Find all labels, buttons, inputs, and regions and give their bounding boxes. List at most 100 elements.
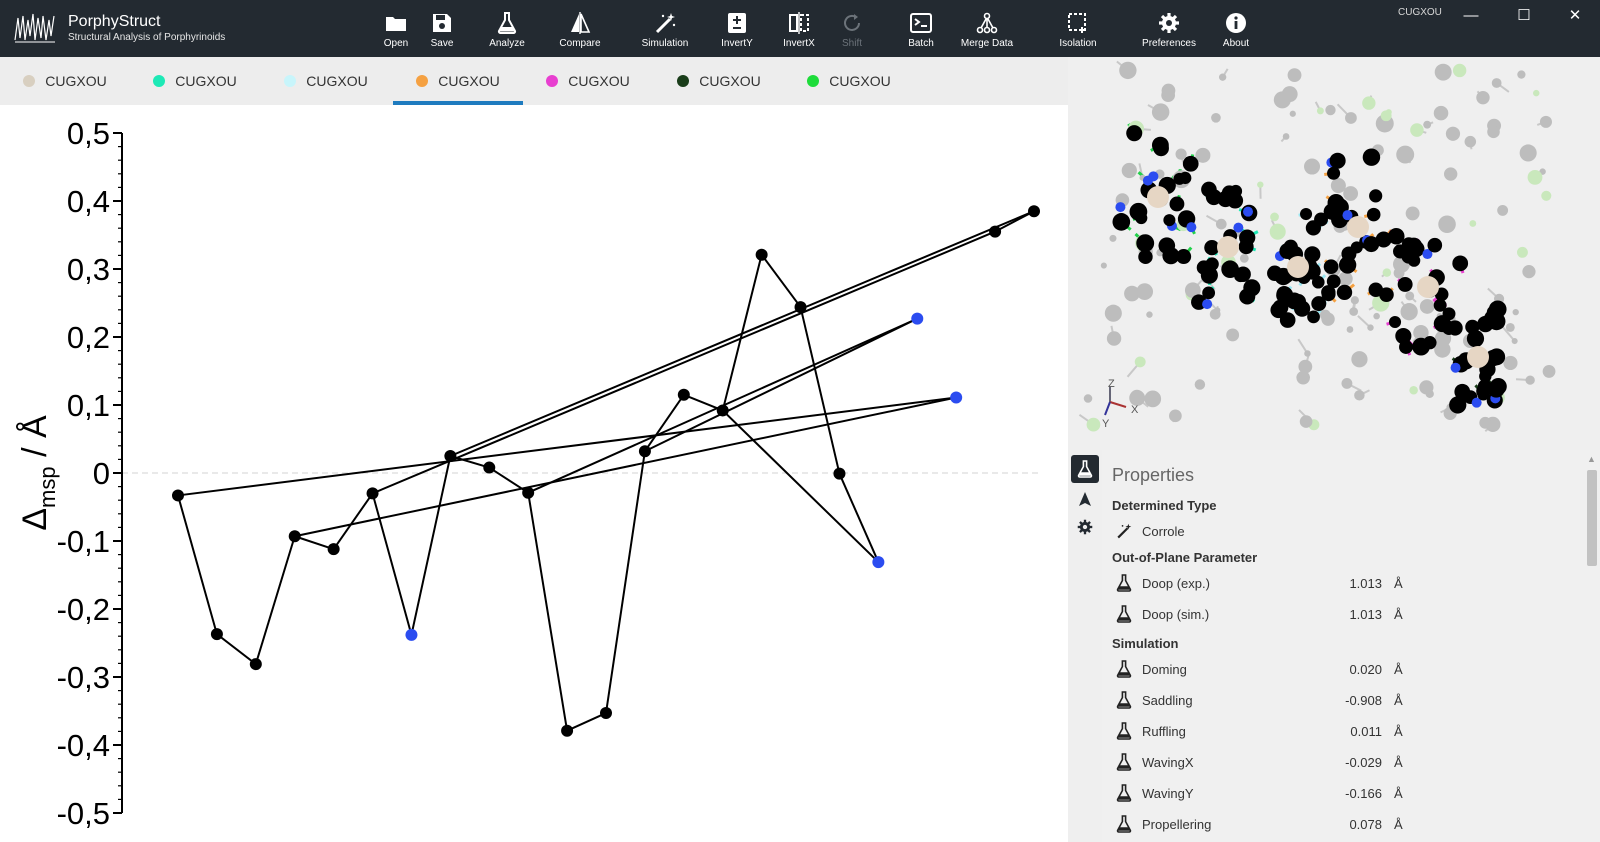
data-point[interactable] <box>833 467 846 480</box>
properties-scrollbar[interactable]: ▲ <box>1582 450 1600 842</box>
scroll-thumb[interactable] <box>1587 470 1597 566</box>
atom <box>1304 158 1321 175</box>
inverty-button[interactable]: InvertY <box>712 0 762 57</box>
settings-tab-button[interactable] <box>1071 513 1099 541</box>
atom <box>1330 178 1346 194</box>
tab-dataset-2[interactable]: CUGXOU <box>130 57 260 105</box>
metal-atom <box>1417 276 1439 298</box>
minimize-button[interactable]: — <box>1456 4 1486 26</box>
y-tick-label: -0,3 <box>57 660 110 695</box>
property-unit: Å <box>1394 576 1403 591</box>
scroll-up-arrow-icon[interactable]: ▲ <box>1587 454 1596 464</box>
data-point[interactable] <box>677 388 690 401</box>
data-point[interactable] <box>561 724 574 737</box>
axis-x-label: X <box>1131 404 1139 416</box>
analyze-button[interactable]: Analyze <box>482 0 532 57</box>
displacement-chart[interactable]: 0,5 0,4 0,3 0,2 0,1 0 -0,1 -0,2 -0,3 -0,4 -0,5 Δmsp… <box>0 105 1068 842</box>
data-point[interactable] <box>249 658 262 671</box>
atom <box>1298 359 1313 374</box>
metal-atom <box>1467 346 1489 368</box>
y-tick-label: -0,1 <box>57 524 110 559</box>
maximize-button[interactable]: ☐ <box>1509 4 1539 26</box>
compare-button[interactable]: Compare <box>552 0 608 57</box>
invertx-button[interactable]: InvertX <box>774 0 824 57</box>
properties-tab-button[interactable] <box>1071 455 1099 483</box>
data-point[interactable] <box>522 486 535 499</box>
property-value: -0.029 <box>1345 755 1382 770</box>
atom <box>1144 390 1162 408</box>
determined-type-value: Corrole <box>1142 524 1185 539</box>
property-row-doop-sim: Doop (sim.) 1.013 Å <box>1112 603 1572 627</box>
tab-dataset-5[interactable]: CUGXOU <box>523 57 653 105</box>
atom <box>1517 246 1528 258</box>
atom <box>1106 331 1122 346</box>
data-point[interactable] <box>638 445 651 458</box>
data-point[interactable] <box>716 404 729 417</box>
open-button[interactable]: Open <box>374 0 418 57</box>
atom <box>1109 234 1117 242</box>
data-point[interactable] <box>288 530 301 543</box>
carbon-atom <box>1201 181 1217 198</box>
data-point[interactable] <box>794 301 807 314</box>
tab-dataset-4[interactable]: CUGXOU <box>393 57 523 105</box>
flask-icon <box>1116 660 1132 678</box>
data-point[interactable] <box>755 248 768 261</box>
atom <box>1380 110 1392 122</box>
atom <box>1541 190 1552 201</box>
merge-data-button[interactable]: Merge Data <box>956 0 1018 57</box>
atom <box>1405 206 1420 221</box>
tab-dataset-7[interactable]: CUGXOU <box>784 57 914 105</box>
atom <box>1269 223 1286 240</box>
property-name: WavingY <box>1142 786 1194 801</box>
carbon-atom <box>1326 274 1341 289</box>
property-name: Doop (sim.) <box>1142 607 1210 622</box>
tab-dataset-1[interactable]: CUGXOU <box>0 57 130 105</box>
highlighted-data-point[interactable] <box>405 628 418 641</box>
carbon-atom <box>1466 330 1485 348</box>
inverty-label: InvertY <box>721 38 753 49</box>
tab-dataset-3[interactable]: CUGXOU <box>261 57 391 105</box>
atom <box>1438 215 1456 234</box>
data-point[interactable] <box>989 225 1002 238</box>
metal-atom <box>1217 236 1239 258</box>
terminal-icon <box>909 11 933 35</box>
close-button[interactable]: ✕ <box>1560 4 1590 26</box>
gear-icon <box>1077 519 1093 535</box>
shift-button[interactable]: Shift <box>830 0 874 57</box>
data-point[interactable] <box>1028 205 1040 218</box>
atom <box>1505 322 1515 332</box>
navigation-tab-button[interactable] <box>1071 485 1099 513</box>
data-point[interactable] <box>600 707 612 720</box>
data-point[interactable] <box>327 543 340 556</box>
data-point[interactable] <box>483 461 496 474</box>
data-point[interactable] <box>172 489 184 502</box>
isolation-button[interactable]: Isolation <box>1050 0 1106 57</box>
data-line-segment <box>799 306 841 474</box>
atom <box>1423 120 1432 129</box>
y-axis-label-unit: / Å <box>16 415 54 466</box>
simulation-button[interactable]: Simulation <box>632 0 698 57</box>
y-tick-label: 0,2 <box>67 320 110 355</box>
about-button[interactable]: About <box>1212 0 1260 57</box>
highlighted-data-point[interactable] <box>911 312 924 325</box>
data-point[interactable] <box>366 487 379 500</box>
highlighted-data-point[interactable] <box>872 556 885 569</box>
data-point[interactable] <box>444 450 457 462</box>
molecule-render[interactable]: Z X Y <box>1068 57 1600 450</box>
save-button[interactable]: Save <box>420 0 464 57</box>
carbon-atom <box>1338 256 1357 274</box>
preferences-button[interactable]: Preferences <box>1134 0 1204 57</box>
tab-dataset-6[interactable]: CUGXOU <box>654 57 784 105</box>
window-title: CUGXOU <box>1398 7 1442 18</box>
highlighted-data-point[interactable] <box>950 391 963 404</box>
atom <box>1349 307 1359 316</box>
batch-button[interactable]: Batch <box>898 0 944 57</box>
atom <box>1083 394 1093 403</box>
carbon-atom <box>1327 166 1341 180</box>
y-tick-label: 0,4 <box>67 184 110 219</box>
data-point[interactable] <box>210 628 223 641</box>
plot-area[interactable]: 0,5 0,4 0,3 0,2 0,1 0 -0,1 -0,2 -0,3 -0,4 -0,5 Δmsp… <box>0 105 1068 842</box>
axis-y-label: Y <box>1102 418 1110 430</box>
property-value: 0.011 <box>1350 724 1382 739</box>
molecule-3d-view[interactable]: Z X Y <box>1068 57 1600 450</box>
